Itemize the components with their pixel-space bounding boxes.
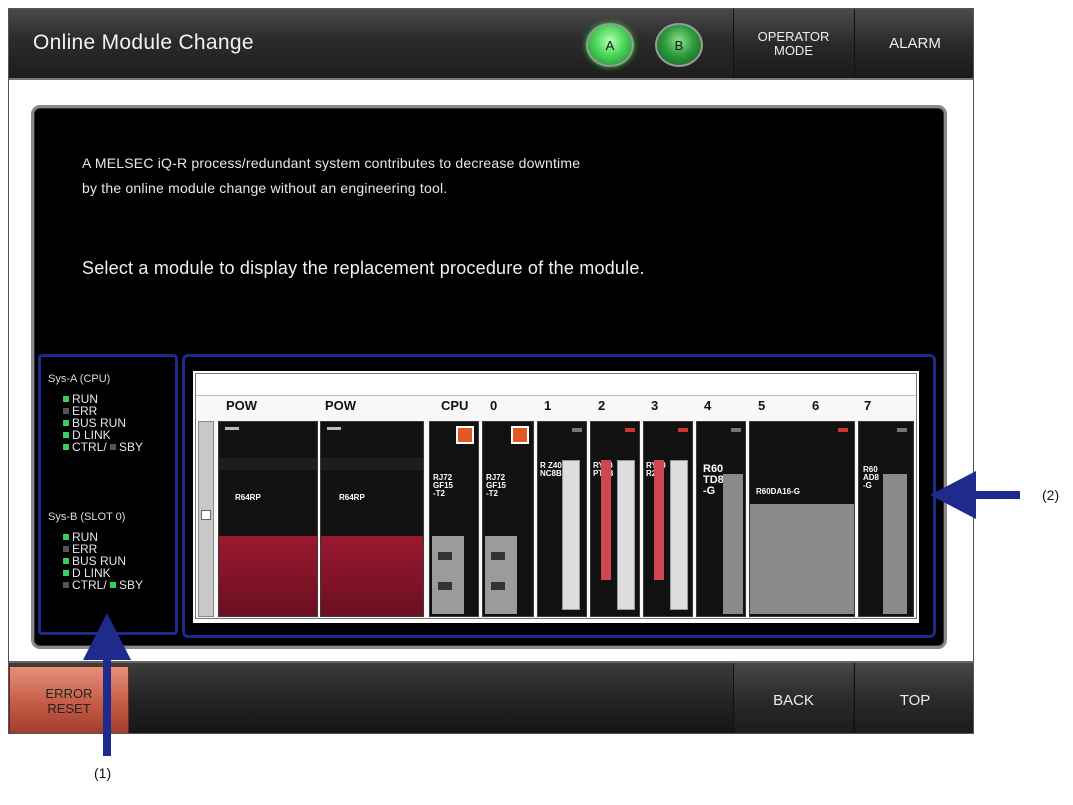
callout-label-1: (1) [94,765,112,781]
callout-label-2: (2) [1042,487,1060,503]
callout-arrow-1-head [83,613,131,660]
callout-arrows [83,471,1020,756]
callout-arrow-2-head [930,471,976,519]
callout-arrow-2-shaft [974,491,1020,499]
callout-arrow-1-shaft [103,658,111,756]
